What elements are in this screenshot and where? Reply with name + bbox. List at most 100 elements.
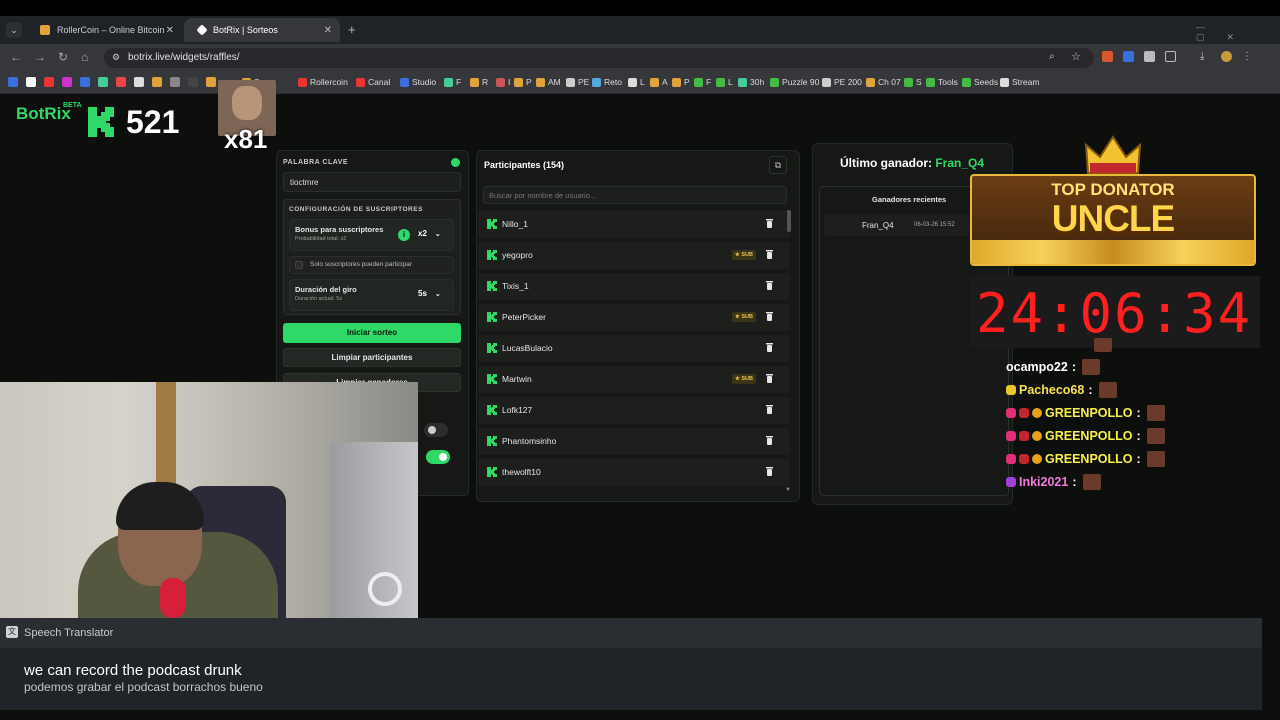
bonus-select[interactable]: x2 ⌄	[414, 227, 448, 242]
bookmark-item[interactable]: Seeds	[962, 77, 998, 87]
trash-icon[interactable]	[766, 374, 773, 383]
bookmark-item[interactable]: Canal	[356, 77, 390, 87]
bookmark-item[interactable]: Stream	[1000, 77, 1039, 87]
trash-icon[interactable]	[766, 219, 773, 228]
bookmark-star-icon[interactable]: ☆	[1071, 50, 1081, 63]
toggle-off[interactable]	[424, 423, 448, 437]
bookmark-item[interactable]: F	[444, 77, 461, 87]
bookmark-item[interactable]: Studio	[400, 77, 436, 87]
bookmark-favicon-icon	[628, 77, 637, 87]
puzzle-icon[interactable]	[1165, 51, 1176, 62]
bookmark-item[interactable]: A	[650, 77, 668, 87]
bookmark-icon[interactable]	[62, 77, 72, 87]
tab-rollercoin[interactable]: RollerCoin – Online Bitcoin Mi ✕	[26, 18, 182, 42]
webcam-feed	[0, 382, 418, 618]
home-icon[interactable]: ⌂	[81, 50, 88, 64]
bookmark-icon[interactable]	[44, 77, 54, 87]
close-tab-icon[interactable]: ✕	[324, 25, 332, 36]
forward-icon[interactable]: →	[34, 50, 46, 64]
clear-participants-button[interactable]: Limpiar participantes	[283, 348, 461, 367]
bookmark-item[interactable]: Rollercoin	[298, 77, 348, 87]
extension-icon[interactable]	[1123, 51, 1134, 62]
tab-list-button[interactable]: ⌄	[6, 22, 22, 38]
spin-duration-select[interactable]: 5s ⌄	[414, 287, 448, 302]
bookmark-favicon-icon	[470, 77, 479, 87]
kick-icon	[487, 374, 497, 384]
bookmark-item[interactable]: I	[496, 77, 510, 87]
chevron-down-icon: ⌄	[434, 291, 441, 298]
bookmark-icon[interactable]	[8, 77, 18, 87]
trash-icon[interactable]	[766, 436, 773, 445]
start-raffle-button[interactable]: Iniciar sorteo	[283, 323, 461, 343]
copy-icon[interactable]: ⧉	[769, 156, 787, 174]
kick-icon	[487, 467, 497, 477]
bookmark-favicon-icon	[496, 77, 505, 87]
scroll-down-icon[interactable]: ▼	[785, 487, 791, 493]
bookmark-icon[interactable]	[170, 77, 180, 87]
bonus-info-icon[interactable]: i	[398, 229, 410, 241]
bookmark-item[interactable]: F	[694, 77, 711, 87]
bookmark-icon[interactable]	[116, 77, 126, 87]
back-icon[interactable]: ←	[10, 50, 22, 64]
bookmark-icon[interactable]	[80, 77, 90, 87]
tab-botrix[interactable]: BotRix | Sorteos ✕	[184, 18, 340, 42]
bookmark-item[interactable]: AM	[536, 77, 561, 87]
bookmark-item[interactable]: Ch 07	[866, 77, 901, 87]
bookmark-item[interactable]: PE 200	[822, 77, 862, 87]
bookmark-item[interactable]: P	[672, 77, 690, 87]
bookmark-favicon-icon	[536, 77, 545, 87]
bookmark-label: Stream	[1012, 77, 1040, 87]
bookmark-item[interactable]: Puzzle 90	[770, 77, 819, 87]
extension-icon[interactable]	[1102, 51, 1113, 62]
tier-badge-icon	[1032, 431, 1042, 441]
chat-message: Inki2021:	[1006, 474, 1101, 490]
trash-icon[interactable]	[766, 250, 773, 259]
trash-icon[interactable]	[766, 343, 773, 352]
bookmark-item[interactable]: Reto	[592, 77, 622, 87]
close-tab-icon[interactable]: ✕	[166, 25, 174, 36]
site-info-icon[interactable]: ⚙	[112, 52, 120, 63]
bookmark-label: R	[482, 77, 489, 87]
bookmark-item[interactable]: R	[470, 77, 488, 87]
keyword-input[interactable]: tioctmre	[283, 172, 461, 192]
trash-icon[interactable]	[766, 467, 773, 476]
bookmark-item[interactable]: L	[628, 77, 645, 87]
toggle-on[interactable]	[426, 450, 450, 464]
bookmark-favicon-icon	[592, 77, 601, 87]
zoom-icon[interactable]: ⌕	[1049, 51, 1055, 62]
bookmark-icon[interactable]	[98, 77, 108, 87]
participant-search-input[interactable]: Buscar por nombre de usuario...	[483, 186, 787, 204]
bookmark-favicon-icon	[962, 77, 971, 87]
scrollbar[interactable]	[787, 210, 791, 232]
info-icon[interactable]	[451, 158, 460, 167]
participant-row: LucasBulacio	[478, 335, 790, 362]
bookmark-item[interactable]: Tools	[926, 77, 958, 87]
trash-icon[interactable]	[766, 405, 773, 414]
bonus-subtitle: Probabilidad total: x2	[295, 236, 347, 242]
bookmark-icon[interactable]	[206, 77, 216, 87]
reload-icon[interactable]: ↻	[58, 50, 68, 64]
bookmark-item[interactable]: 30h	[738, 77, 764, 87]
window-controls[interactable]: —▢✕	[1196, 22, 1280, 43]
new-tab-button[interactable]: +	[348, 22, 356, 37]
url-bar[interactable]: botrix.live/widgets/raffles/	[104, 48, 1094, 68]
bookmark-item[interactable]: P	[514, 77, 532, 87]
bookmark-item[interactable]: PE	[566, 77, 589, 87]
bookmark-item[interactable]: L	[716, 77, 733, 87]
menu-icon[interactable]: ⋮	[1242, 51, 1252, 65]
trash-icon[interactable]	[766, 312, 773, 321]
trash-icon[interactable]	[766, 281, 773, 290]
bookmark-label: Reto	[604, 77, 622, 87]
bookmark-item[interactable]: S	[904, 77, 922, 87]
download-icon[interactable]: ⤓	[1200, 51, 1211, 62]
bookmark-icon[interactable]	[134, 77, 144, 87]
extension-icon[interactable]	[1144, 51, 1155, 62]
bookmark-icon[interactable]	[152, 77, 162, 87]
bookmark-icon[interactable]	[26, 77, 36, 87]
translator-icon: 文	[6, 626, 18, 638]
profile-icon[interactable]	[1221, 51, 1232, 62]
chat-message: GREENPOLLO:	[1006, 451, 1165, 467]
bookmark-icon[interactable]	[188, 77, 198, 87]
bookmark-favicon-icon	[694, 77, 703, 87]
only-subs-checkbox[interactable]	[295, 261, 303, 269]
